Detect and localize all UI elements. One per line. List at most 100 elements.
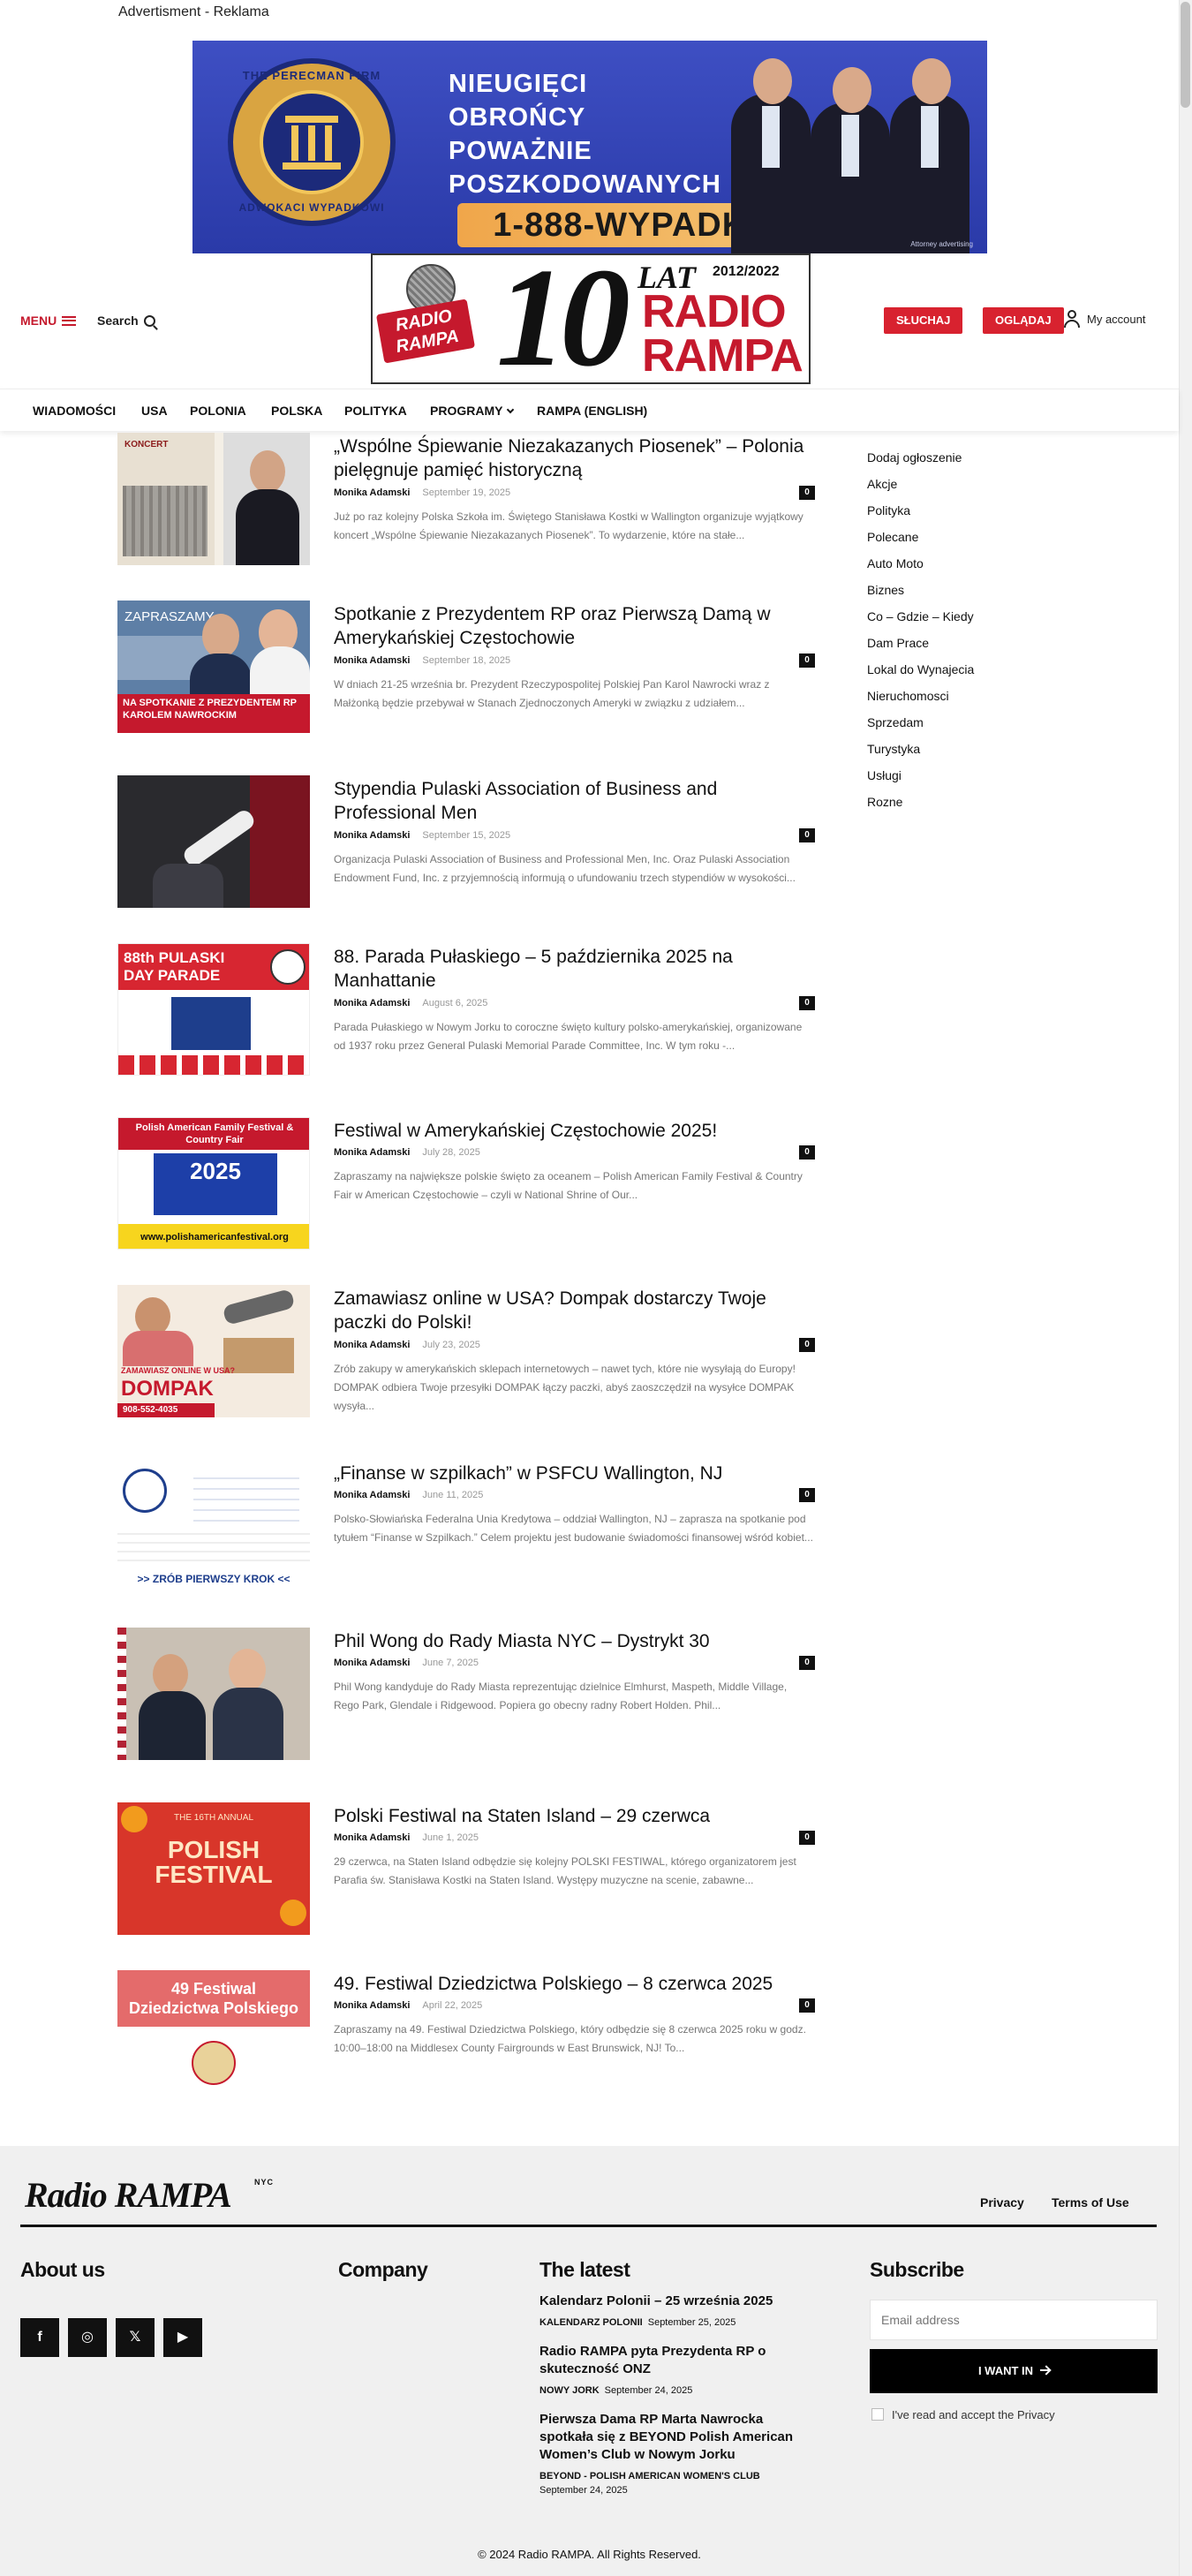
- article-thumbnail[interactable]: [117, 1628, 310, 1760]
- privacy-link[interactable]: Privacy: [980, 2195, 1024, 2210]
- email-input[interactable]: [870, 2300, 1158, 2340]
- article-title[interactable]: Stypendia Pulaski Association of Busines…: [334, 777, 811, 825]
- article-thumbnail[interactable]: 88th PULASKI DAY PARADE: [117, 943, 310, 1076]
- nav-item-polonia[interactable]: POLONIA: [190, 404, 246, 418]
- sidebar-item-turystyka[interactable]: Turystyka: [867, 740, 974, 767]
- article-thumbnail[interactable]: THE 16TH ANNUAL POLISH FESTIVAL: [117, 1802, 310, 1935]
- list-item[interactable]: THE 16TH ANNUAL POLISH FESTIVAL Polski F…: [117, 1802, 815, 1935]
- latest-post-category[interactable]: NOWY JORK: [539, 2385, 600, 2396]
- nav-item-polityka[interactable]: POLITYKA: [344, 404, 407, 418]
- comment-count[interactable]: 0: [799, 1488, 815, 1502]
- sidebar-item-rozne[interactable]: Rozne: [867, 793, 974, 820]
- article-author[interactable]: Monika Adamski: [334, 655, 410, 666]
- search-button[interactable]: Search: [97, 314, 155, 328]
- article-title[interactable]: Polski Festiwal na Staten Island – 29 cz…: [334, 1804, 811, 1828]
- sidebar-item-nieruchomosci[interactable]: Nieruchomosci: [867, 687, 974, 714]
- article-title[interactable]: 88. Parada Pułaskiego – 5 października 2…: [334, 945, 811, 993]
- article-date: September 18, 2025: [422, 655, 511, 666]
- page-scrollbar[interactable]: [1179, 0, 1192, 2576]
- article-author[interactable]: Monika Adamski: [334, 998, 410, 1008]
- comment-count[interactable]: 0: [799, 1998, 815, 2013]
- list-item[interactable]: Polish American Family Festival & Countr…: [117, 1117, 815, 1250]
- listen-button[interactable]: SŁUCHAJ: [884, 307, 963, 334]
- sidebar-item-co-gdzie-kiedy[interactable]: Co – Gdzie – Kiedy: [867, 608, 974, 634]
- site-logo[interactable]: RADIO RAMPA 10 LAT 2012/2022 RADIO RAMPA: [371, 253, 811, 384]
- nav-item-rampa-english[interactable]: RAMPA (ENGLISH): [537, 404, 647, 418]
- article-author[interactable]: Monika Adamski: [334, 1832, 410, 1843]
- nav-item-usa[interactable]: USA: [141, 404, 168, 418]
- scrollbar-thumb[interactable]: [1181, 2, 1190, 108]
- footer-logo[interactable]: Radio RAMPA: [25, 2174, 232, 2216]
- comment-count[interactable]: 0: [799, 1831, 815, 1845]
- latest-post-title[interactable]: Kalendarz Polonii – 25 września 2025: [539, 2293, 813, 2310]
- article-title[interactable]: Festiwal w Amerykańskiej Częstochowie 20…: [334, 1119, 811, 1143]
- list-item[interactable]: 88th PULASKI DAY PARADE 88. Parada Pułas…: [117, 943, 815, 1076]
- comment-count[interactable]: 0: [799, 1656, 815, 1670]
- youtube-icon[interactable]: ▶: [163, 2318, 202, 2357]
- comment-count[interactable]: 0: [799, 1338, 815, 1352]
- thumb-year: 2025: [154, 1153, 277, 1215]
- comment-count[interactable]: 0: [799, 1145, 815, 1160]
- watch-button[interactable]: OGLĄDAJ: [983, 307, 1064, 334]
- sidebar-item-akcje[interactable]: Akcje: [867, 475, 974, 502]
- article-title[interactable]: Zamawiasz online w USA? Dompak dostarczy…: [334, 1287, 811, 1334]
- comment-count[interactable]: 0: [799, 653, 815, 668]
- subscribe-button[interactable]: I WANT IN: [870, 2349, 1158, 2393]
- article-thumbnail[interactable]: ZAPRASZAMY NA SPOTKANIE Z PREZYDENTEM RP…: [117, 601, 310, 733]
- article-title[interactable]: „Wspólne Śpiewanie Niezakazanych Piosene…: [334, 434, 811, 482]
- instagram-icon[interactable]: ◎: [68, 2318, 107, 2357]
- list-item[interactable]: ZAMAWIASZ ONLINE W USA? DOMPAK 908-552-4…: [117, 1285, 815, 1417]
- list-item[interactable]: >> ZRÓB PIERWSZY KROK << „Finanse w szpi…: [117, 1460, 815, 1592]
- article-author[interactable]: Monika Adamski: [334, 487, 410, 498]
- list-item[interactable]: KONCERT „Wspólne Śpiewanie Niezakazanych…: [117, 433, 815, 565]
- sidebar-item-sprzedam[interactable]: Sprzedam: [867, 714, 974, 740]
- article-title[interactable]: Phil Wong do Rady Miasta NYC – Dystrykt …: [334, 1629, 811, 1653]
- article-author[interactable]: Monika Adamski: [334, 1490, 410, 1500]
- article-thumbnail[interactable]: [117, 775, 310, 908]
- latest-post-category[interactable]: BEYOND - POLISH AMERICAN WOMEN'S CLUB: [539, 2471, 760, 2482]
- sidebar-item-polityka[interactable]: Polityka: [867, 502, 974, 528]
- sidebar-item-dam-prace[interactable]: Dam Prace: [867, 634, 974, 661]
- nav-item-polska[interactable]: POLSKA: [271, 404, 322, 418]
- nav-item-wiadomosci[interactable]: WIADOMOŚCI: [33, 404, 116, 418]
- x-twitter-icon[interactable]: 𝕏: [116, 2318, 155, 2357]
- sidebar-item-lokal[interactable]: Lokal do Wynajecia: [867, 661, 974, 687]
- comment-count[interactable]: 0: [799, 486, 815, 500]
- latest-post-title[interactable]: Radio RAMPA pyta Prezydenta RP o skutecz…: [539, 2343, 813, 2378]
- sidebar-item-polecane[interactable]: Polecane: [867, 528, 974, 555]
- article-author[interactable]: Monika Adamski: [334, 2000, 410, 2011]
- nav-item-programy[interactable]: PROGRAMY: [430, 404, 515, 418]
- article-title[interactable]: Spotkanie z Prezydentem RP oraz Pierwszą…: [334, 602, 811, 650]
- latest-post-category[interactable]: KALENDARZ POLONII: [539, 2317, 643, 2328]
- terms-link[interactable]: Terms of Use: [1052, 2195, 1129, 2210]
- article-author[interactable]: Monika Adamski: [334, 1147, 410, 1158]
- sidebar-item-dodaj-ogloszenie[interactable]: Dodaj ogłoszenie: [867, 449, 974, 475]
- article-thumbnail[interactable]: ZAMAWIASZ ONLINE W USA? DOMPAK 908-552-4…: [117, 1285, 310, 1417]
- article-title[interactable]: „Finanse w szpilkach” w PSFCU Wallington…: [334, 1462, 811, 1485]
- article-author[interactable]: Monika Adamski: [334, 1340, 410, 1350]
- latest-post-title[interactable]: Pierwsza Dama RP Marta Nawrocka spotkała…: [539, 2411, 813, 2464]
- menu-button[interactable]: MENU: [20, 314, 77, 328]
- article-meta: Monika Adamski April 22, 2025: [334, 2000, 482, 2011]
- article-thumbnail[interactable]: Polish American Family Festival & Countr…: [117, 1117, 310, 1250]
- comment-count[interactable]: 0: [799, 996, 815, 1010]
- company-heading: Company: [338, 2258, 428, 2281]
- list-item[interactable]: Stypendia Pulaski Association of Busines…: [117, 775, 815, 908]
- sidebar-item-biznes[interactable]: Biznes: [867, 581, 974, 608]
- list-item[interactable]: Phil Wong do Rady Miasta NYC – Dystrykt …: [117, 1628, 815, 1760]
- facebook-icon[interactable]: f: [20, 2318, 59, 2357]
- list-item[interactable]: ZAPRASZAMY NA SPOTKANIE Z PREZYDENTEM RP…: [117, 601, 815, 733]
- my-account-link[interactable]: My account: [1064, 310, 1145, 328]
- sidebar-item-uslugi[interactable]: Usługi: [867, 767, 974, 793]
- sidebar-item-auto-moto[interactable]: Auto Moto: [867, 555, 974, 581]
- article-author[interactable]: Monika Adamski: [334, 1658, 410, 1668]
- comment-count[interactable]: 0: [799, 828, 815, 842]
- ad-banner[interactable]: THE PERECMAN FIRM ADWOKACI WYPADKOWI NIE…: [192, 41, 987, 253]
- article-thumbnail[interactable]: 49 Festiwal Dziedzictwa Polskiego: [117, 1970, 310, 2103]
- article-author[interactable]: Monika Adamski: [334, 830, 410, 841]
- privacy-checkbox[interactable]: [871, 2408, 884, 2421]
- article-title[interactable]: 49. Festiwal Dziedzictwa Polskiego – 8 c…: [334, 1972, 811, 1996]
- article-thumbnail[interactable]: KONCERT: [117, 433, 310, 565]
- list-item[interactable]: 49 Festiwal Dziedzictwa Polskiego 49. Fe…: [117, 1970, 815, 2103]
- article-thumbnail[interactable]: >> ZRÓB PIERWSZY KROK <<: [117, 1460, 310, 1592]
